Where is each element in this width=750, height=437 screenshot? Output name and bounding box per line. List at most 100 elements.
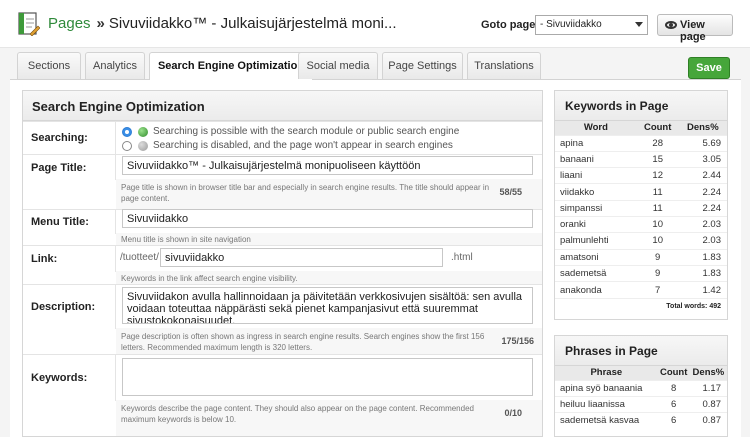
tab-social-media[interactable]: Social media [298,52,378,79]
tab-seo[interactable]: Search Engine Optimization [149,52,313,80]
seo-heading: Search Engine Optimization [23,91,542,121]
keyword-row-density: 5.69 [678,134,727,152]
keyword-row: amatsoni 9 1.83 [555,248,727,266]
menu-title-input[interactable]: Sivuviidakko [122,209,533,228]
phrase-row: apina syö banaania 8 1.17 [555,379,727,397]
keyword-row-term: viidakko [555,183,637,201]
searching-disabled-radio[interactable] [122,141,132,151]
menu-title-label: Menu Title: [31,216,89,228]
link-slug-input[interactable]: sivuviidakko [160,248,443,267]
keyword-row-density: 2.03 [678,232,727,250]
keyword-row-density: 2.44 [678,167,727,184]
tab-translations[interactable]: Translations [467,52,541,79]
phrase-row-density: 0.87 [689,395,727,413]
searching-enabled-text: Searching is possible with the search mo… [153,126,460,137]
phrases-col-phrase[interactable]: Phrase [555,366,658,380]
phrase-row-term: apina syö banaania [555,379,658,397]
seo-panel: Search Engine Optimization Searching: Se… [22,90,543,437]
keywords-table: Word Count Dens% apina 28 5.69 banaani 15 3.0… [555,121,727,298]
description-textarea[interactable]: Sivuviidakon avulla hallinnoidaan ja päi… [122,287,533,324]
link-label: Link: [31,253,58,265]
keyword-row-count: 12 [636,167,679,184]
tab-analytics[interactable]: Analytics [85,52,145,79]
keyword-row: apina 28 5.69 [555,134,727,152]
keywords-heading: Keywords in Page [555,91,727,121]
keyword-row-term: simpanssi [555,199,637,217]
searching-enabled-radio[interactable] [122,127,132,137]
keyword-row-term: amatsoni [555,248,637,266]
pages-icon [18,12,40,36]
keyword-row-density: 2.24 [678,183,727,201]
keywords-label: Keywords: [31,372,88,384]
keyword-row-count: 10 [636,232,679,250]
goto-page-label: Goto page: [481,19,540,31]
goto-page-select[interactable]: - Sivuviidakko [535,15,648,35]
globe-enabled-icon [138,127,148,137]
top-bar: Pages » Sivuviidakko™ - Julkaisujärjestelm… [0,0,750,48]
keyword-row-density: 2.03 [678,215,727,233]
keywords-counter: 0/10 [504,408,522,418]
view-page-button[interactable]: View page [657,14,733,43]
keywords-col-word[interactable]: Word [555,121,637,135]
keyword-row: oranki 10 2.03 [555,215,727,233]
keywords-col-count[interactable]: Count [636,121,679,135]
page-title-input[interactable]: Sivuviidakko™ - Julkaisujärjestelmä moni… [122,156,533,175]
link-suffix: .html [451,252,473,263]
keyword-row-count: 9 [636,264,679,282]
breadcrumb-pages-link[interactable]: Pages [48,15,91,32]
keyword-row-count: 28 [636,134,679,152]
phrase-row-density: 0.87 [689,412,727,429]
tab-sections[interactable]: Sections [17,52,81,79]
save-button[interactable]: Save [688,57,730,79]
page-title-counter: 58/55 [499,187,522,197]
keywords-total: Total words: 492 [555,297,727,314]
phrases-col-dens[interactable]: Dens% [689,366,727,380]
searching-disabled-text: Searching is disabled, and the page won'… [153,140,453,151]
keyword-row-count: 15 [636,150,679,168]
breadcrumb-separator: » [96,15,105,32]
chevron-down-icon [635,22,643,27]
keyword-row-count: 11 [636,183,679,201]
tab-page-settings[interactable]: Page Settings [382,52,463,79]
keyword-row: liaani 12 2.44 [555,167,727,184]
phrase-row-count: 8 [657,379,690,397]
keyword-row-term: liaani [555,167,637,184]
phrases-table: Phrase Count Dens% apina syö banaania 8 1.… [555,366,727,429]
keyword-row-density: 2.24 [678,199,727,217]
keyword-row-count: 7 [636,281,679,298]
keyword-row-term: oranki [555,215,637,233]
description-counter: 175/156 [501,336,534,346]
globe-disabled-icon [138,141,148,151]
phrase-row-count: 6 [657,395,690,413]
keyword-row: simpanssi 11 2.24 [555,199,727,217]
keyword-row-count: 11 [636,199,679,217]
phrase-row-count: 6 [657,412,690,429]
keyword-row-term: sademetsä [555,264,637,282]
keyword-row: anakonda 7 1.42 [555,281,727,298]
keyword-row-density: 1.42 [678,281,727,298]
keyword-row-density: 3.05 [678,150,727,168]
keyword-row: palmunlehti 10 2.03 [555,232,727,250]
keywords-help: Keywords describe the page content. They… [121,404,474,424]
keyword-row-term: anakonda [555,281,637,298]
searching-label: Searching: [31,132,88,144]
keywords-textarea[interactable] [122,358,533,396]
keywords-col-dens[interactable]: Dens% [678,121,727,135]
page-title: Sivuviidakko™ - Julkaisujärjestelmä moni… [108,15,397,32]
phrases-panel: Phrases in Page Phrase Count Dens% apina… [554,335,728,437]
page-title-label: Page Title: [31,161,87,174]
page-title-help: Page title is shown in browser title bar… [121,183,490,203]
phrase-row-term: sademetsä kasvaa [555,412,658,429]
breadcrumb: Pages » Sivuviidakko™ - Julkaisujärjestelm… [48,15,397,32]
phrases-col-count[interactable]: Count [657,366,690,380]
link-prefix: /tuotteet/ [120,252,159,263]
keyword-row: banaani 15 3.05 [555,150,727,168]
phrase-row: sademetsä kasvaa 6 0.87 [555,412,727,429]
keyword-row: viidakko 11 2.24 [555,183,727,201]
description-label: Description: [31,301,96,313]
keyword-row: sademetsä 9 1.83 [555,264,727,282]
keyword-row-density: 1.83 [678,248,727,266]
keyword-row-term: apina [555,134,637,152]
view-page-label: View page [680,19,706,43]
keyword-row-term: palmunlehti [555,232,637,250]
